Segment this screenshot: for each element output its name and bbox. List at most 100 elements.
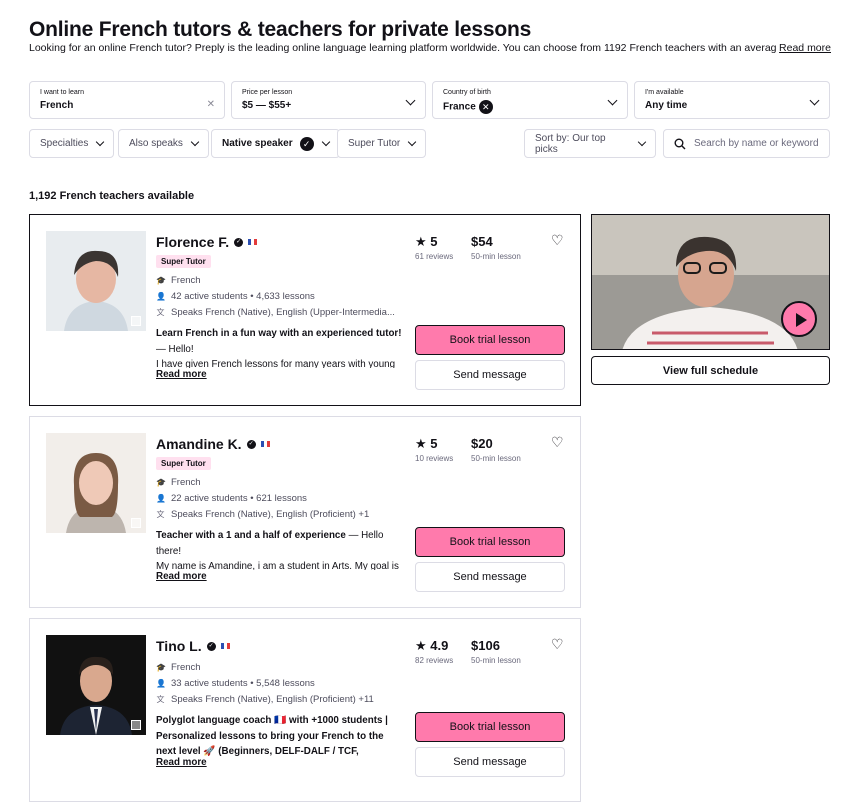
- rating-value: 4.9: [430, 638, 449, 653]
- country-filter-label: Country of birth: [443, 89, 491, 96]
- speaks-row: 文 Speaks French (Native), English (Profic…: [156, 509, 370, 520]
- person-icon: 👤: [156, 494, 166, 503]
- price: $20: [471, 436, 493, 451]
- tutor-description-more: My name is Amandine, i am a student in A…: [156, 561, 399, 570]
- translate-icon: 文: [156, 695, 165, 704]
- sort-label: Sort by: Our top picks: [535, 132, 606, 155]
- verified-icon: ✓: [206, 641, 216, 651]
- also-speaks-pill[interactable]: Also speaks: [118, 129, 209, 158]
- tutor-name-row: Florence F. ✓: [156, 234, 258, 250]
- reviews-count: 82 reviews: [415, 656, 454, 665]
- heart-icon[interactable]: ♡: [551, 636, 564, 653]
- availability-filter-value: Any time: [645, 100, 688, 111]
- tutor-name[interactable]: Amandine K.: [156, 436, 242, 452]
- specialties-label: Specialties: [40, 138, 89, 149]
- read-more-link[interactable]: Read more: [156, 571, 207, 582]
- subtitle-text: Looking for an online French tutor? Prep…: [29, 42, 821, 54]
- chevron-down-icon: [190, 137, 200, 147]
- tutor-photo[interactable]: [46, 433, 146, 533]
- tutor-card[interactable]: Florence F. ✓ Super Tutor 🎓 French 👤 42 ac…: [29, 214, 581, 406]
- price-filter[interactable]: Price per lesson $5 — $55+: [231, 81, 426, 119]
- tutor-intro: — Hello!: [156, 343, 194, 355]
- read-more-link[interactable]: Read more: [156, 369, 207, 380]
- french-flag-icon: [248, 239, 258, 245]
- heart-icon[interactable]: ♡: [551, 232, 564, 249]
- lesson-duration: 50-min lesson: [471, 656, 521, 665]
- tutor-photo[interactable]: [46, 635, 146, 735]
- send-message-button[interactable]: Send message: [415, 360, 565, 390]
- tutor-description: Polyglot language coach 🇫🇷 with +1000 st…: [156, 713, 404, 758]
- availability-filter[interactable]: I'm available Any time: [634, 81, 830, 119]
- send-message-button[interactable]: Send message: [415, 562, 565, 592]
- tutor-headline: Learn French in a fun way with an experi…: [156, 328, 402, 339]
- book-trial-button[interactable]: Book trial lesson: [415, 712, 565, 742]
- reviews-count: 10 reviews: [415, 454, 454, 463]
- learn-filter[interactable]: I want to learn French ✕: [29, 81, 225, 119]
- price: $54: [471, 234, 493, 249]
- price: $106: [471, 638, 500, 653]
- subject-row: 🎓 French: [156, 477, 201, 488]
- learn-filter-label: I want to learn: [40, 89, 84, 96]
- page-title: Online French tutors & teachers for priv…: [29, 18, 532, 41]
- select-checkbox[interactable]: [131, 316, 141, 326]
- stats-row: 👤 33 active students • 5,548 lessons: [156, 678, 315, 689]
- subject-text: French: [171, 477, 201, 488]
- chevron-down-icon: [607, 95, 618, 106]
- chevron-down-icon: [96, 137, 105, 147]
- tutor-description: Learn French in a fun way with an experi…: [156, 326, 404, 357]
- video-preview[interactable]: [591, 214, 830, 350]
- tutor-name[interactable]: Florence F.: [156, 234, 229, 250]
- chevron-down-icon: [405, 95, 416, 106]
- book-trial-button[interactable]: Book trial lesson: [415, 325, 565, 355]
- french-flag-icon: [260, 441, 270, 447]
- subtitle-read-more-link[interactable]: Read more: [777, 42, 831, 54]
- send-message-button[interactable]: Send message: [415, 747, 565, 777]
- stats-text: 42 active students • 4,633 lessons: [171, 291, 315, 302]
- search-icon: [674, 138, 686, 149]
- learn-filter-value: French: [40, 100, 74, 111]
- person-icon: 👤: [156, 679, 166, 688]
- lesson-duration: 50-min lesson: [471, 454, 521, 463]
- select-checkbox[interactable]: [131, 720, 141, 730]
- native-speaker-pill[interactable]: Native speaker ✓: [211, 129, 340, 158]
- specialties-pill[interactable]: Specialties: [29, 129, 115, 158]
- tutor-name-row: Tino L. ✓: [156, 638, 230, 654]
- stats-text: 33 active students • 5,548 lessons: [171, 678, 315, 689]
- select-checkbox[interactable]: [131, 518, 141, 528]
- translate-icon: 文: [156, 510, 165, 519]
- super-tutor-pill[interactable]: Super Tutor: [337, 129, 427, 158]
- search-input[interactable]: Search by name or keyword: [663, 129, 830, 158]
- tutor-headline: Polyglot language coach 🇫🇷 with +1000 st…: [156, 715, 388, 757]
- results-count: 1,192 French teachers available: [29, 190, 195, 202]
- book-trial-button[interactable]: Book trial lesson: [415, 527, 565, 557]
- super-tutor-label: Super Tutor: [348, 138, 401, 149]
- speaks-text: Speaks French (Native), English (Profici…: [171, 509, 370, 520]
- graduation-cap-icon: 🎓: [156, 276, 166, 285]
- clear-icon[interactable]: ✕: [207, 99, 215, 110]
- rating-value: 5: [430, 436, 438, 451]
- heart-icon[interactable]: ♡: [551, 434, 564, 451]
- person-icon: 👤: [156, 292, 166, 301]
- tutor-photo[interactable]: [46, 231, 146, 331]
- subject-text: French: [171, 275, 201, 286]
- verified-icon: ✓: [234, 237, 244, 247]
- tutor-name[interactable]: Tino L.: [156, 638, 202, 654]
- country-filter-value: France ✕: [443, 100, 493, 114]
- native-speaker-label: Native speaker: [222, 138, 293, 149]
- clear-country-icon[interactable]: ✕: [478, 100, 493, 114]
- chevron-down-icon: [809, 95, 820, 106]
- stats-row: 👤 22 active students • 621 lessons: [156, 493, 307, 504]
- graduation-cap-icon: 🎓: [156, 663, 166, 672]
- chevron-down-icon: [637, 137, 647, 147]
- tutor-card[interactable]: Amandine K. ✓ Super Tutor 🎓 French 👤 22 ac…: [29, 416, 581, 608]
- country-filter[interactable]: Country of birth France ✕: [432, 81, 628, 119]
- view-schedule-button[interactable]: View full schedule: [591, 356, 830, 385]
- read-more-link[interactable]: Read more: [156, 757, 207, 768]
- play-icon[interactable]: [781, 301, 817, 337]
- speaks-text: Speaks French (Native), English (Profici…: [171, 694, 374, 705]
- tutor-card[interactable]: Tino L. ✓ 🎓 French 👤 33 active students • …: [29, 618, 581, 802]
- sort-dropdown[interactable]: Sort by: Our top picks: [524, 129, 656, 158]
- reviews-count: 61 reviews: [415, 252, 454, 261]
- speaks-row: 文 Speaks French (Native), English (Upper-…: [156, 307, 395, 318]
- page-subtitle: Looking for an online French tutor? Prep…: [29, 42, 831, 54]
